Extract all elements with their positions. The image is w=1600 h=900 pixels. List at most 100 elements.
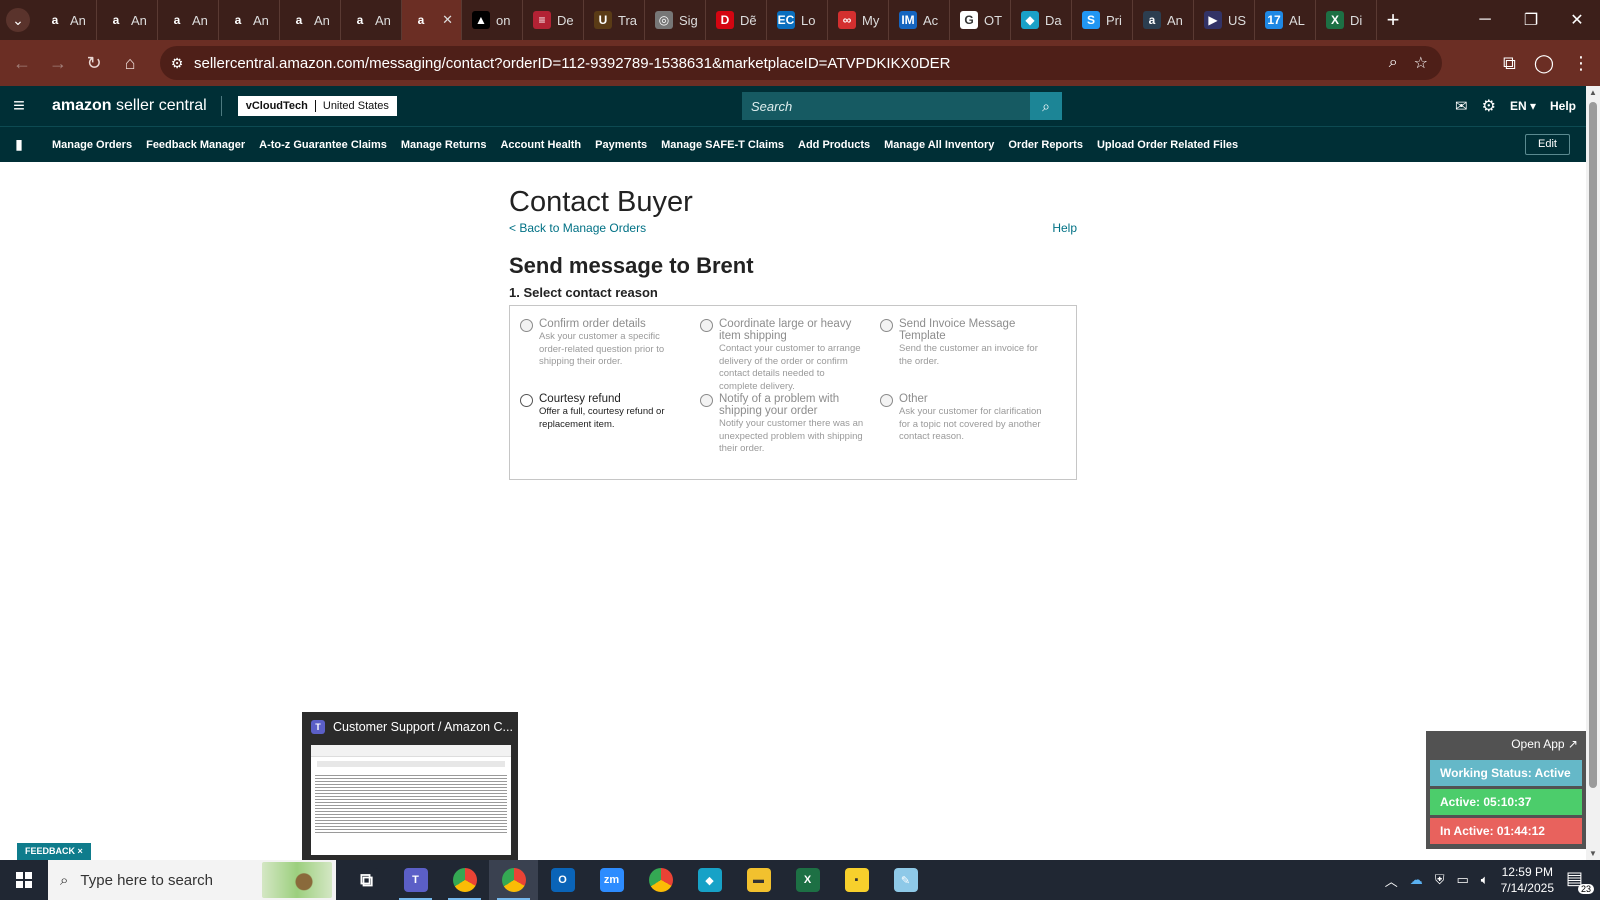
seller-central-logo[interactable]: amazon seller central	[38, 96, 222, 116]
taskbar-window-preview[interactable]: T Customer Support / Amazon C...	[302, 712, 518, 860]
nav-item[interactable]: Feedback Manager	[146, 139, 245, 151]
browser-tab[interactable]: G OT	[950, 0, 1011, 40]
browser-menu-icon[interactable]: ⋮	[1572, 53, 1590, 74]
taskbar-app[interactable]: O	[538, 860, 587, 900]
nav-item[interactable]: A-to-z Guarantee Claims	[259, 139, 387, 151]
edit-nav-button[interactable]: Edit	[1525, 134, 1570, 155]
home-icon[interactable]: ⌂	[112, 45, 148, 81]
restore-icon[interactable]: ❐	[1508, 0, 1554, 40]
browser-tab[interactable]: D Dẽ	[706, 0, 767, 40]
tab-title: Lo	[801, 12, 816, 28]
tab-search-button[interactable]: ⌄	[0, 0, 36, 40]
bookmark-star-icon[interactable]: ☆	[1414, 53, 1428, 73]
preview-thumbnail[interactable]	[311, 745, 511, 855]
clock[interactable]: 12:59 PM 7/14/2025	[1501, 864, 1554, 896]
taskbar-search[interactable]: ⌕ Type here to search	[48, 860, 336, 900]
browser-tab[interactable]: a An	[341, 0, 402, 40]
extensions-icon[interactable]: ⧉	[1503, 53, 1516, 74]
close-window-icon[interactable]: ✕	[1554, 0, 1600, 40]
open-app-link[interactable]: Open App ↗	[1511, 737, 1578, 751]
hamburger-menu-icon[interactable]: ≡	[0, 95, 38, 118]
security-icon[interactable]: ⛨	[1435, 872, 1445, 888]
new-tab-button[interactable]: +	[1377, 7, 1409, 33]
nav-item[interactable]: Manage SAFE-T Claims	[661, 139, 784, 151]
nav-item[interactable]: Manage Returns	[401, 139, 487, 151]
show-hidden-icons[interactable]: ︿	[1385, 871, 1398, 890]
taskbar-app[interactable]: ✎	[881, 860, 930, 900]
account-switcher[interactable]: vCloudTech United States	[237, 96, 397, 116]
taskbar-app[interactable]: T	[391, 860, 440, 900]
browser-tab[interactable]: U Tra	[584, 0, 645, 40]
back-to-manage-orders-link[interactable]: < Back to Manage Orders	[509, 221, 646, 235]
site-settings-icon[interactable]: ⚙	[160, 55, 194, 72]
search-input[interactable]	[742, 92, 1030, 120]
browser-tab[interactable]: IM Ac	[889, 0, 950, 40]
browser-tab[interactable]: a An	[36, 0, 97, 40]
taskbar-app[interactable]	[489, 860, 538, 900]
start-button[interactable]	[0, 860, 48, 900]
bookmark-icon[interactable]: ▮	[0, 136, 38, 153]
nav-item[interactable]: Manage Orders	[52, 139, 132, 151]
browser-tab[interactable]: a An	[158, 0, 219, 40]
nav-item[interactable]: Account Health	[500, 139, 581, 151]
address-bar[interactable]: ⚙ sellercentral.amazon.com/messaging/con…	[160, 46, 1442, 80]
tab-title: An	[1167, 12, 1183, 28]
scrollbar-thumb[interactable]	[1589, 102, 1597, 788]
browser-tab[interactable]: a ✕	[402, 0, 462, 40]
scroll-up-icon[interactable]: ▲	[1588, 88, 1598, 97]
browser-tab[interactable]: a An	[280, 0, 341, 40]
browser-tab[interactable]: a An	[219, 0, 280, 40]
back-arrow-icon[interactable]: ←	[4, 45, 40, 81]
tab-title: Ac	[923, 12, 939, 28]
volume-icon[interactable]: 🔈︎	[1481, 872, 1489, 888]
browser-tab[interactable]: ≡ De	[523, 0, 584, 40]
nav-item[interactable]: Upload Order Related Files	[1097, 139, 1238, 151]
contact-reason-option[interactable]: Courtesy refund Offer a full, courtesy re…	[520, 393, 685, 431]
language-selector[interactable]: EN ▾	[1510, 99, 1536, 113]
browser-tab[interactable]: 17 AL	[1255, 0, 1316, 40]
feedback-button[interactable]: FEEDBACK ×	[17, 843, 91, 860]
nav-item[interactable]: Add Products	[798, 139, 870, 151]
reload-icon[interactable]: ↻	[76, 45, 112, 81]
profile-icon[interactable]: ◯	[1534, 53, 1554, 74]
browser-tab[interactable]: a An	[97, 0, 158, 40]
close-tab-icon[interactable]: ✕	[442, 12, 453, 28]
network-icon[interactable]: ▭	[1457, 872, 1469, 888]
chrome-alt-icon	[648, 868, 673, 892]
notification-center-icon[interactable]: ▤ 23	[1566, 868, 1594, 894]
nav-item[interactable]: Payments	[595, 139, 647, 151]
nav-item[interactable]: Order Reports	[1008, 139, 1083, 151]
taskbar-app[interactable]: X	[783, 860, 832, 900]
minimize-icon[interactable]: ─	[1462, 0, 1508, 40]
zoom-icon[interactable]: ⌕	[1389, 54, 1398, 72]
taskbar-app[interactable]	[440, 860, 489, 900]
feedback-close-icon[interactable]: ×	[78, 846, 83, 856]
taskbar-app[interactable]: ▬	[734, 860, 783, 900]
header-help-link[interactable]: Help	[1550, 99, 1576, 113]
browser-tab[interactable]: EC Lo	[767, 0, 828, 40]
taskbar-app[interactable]	[636, 860, 685, 900]
search-icon[interactable]: ⌕	[1030, 92, 1062, 120]
help-link[interactable]: Help	[1052, 221, 1077, 235]
nav-item[interactable]: Manage All Inventory	[884, 139, 994, 151]
browser-tab[interactable]: ∞ My	[828, 0, 889, 40]
browser-tab[interactable]: ▶ US	[1194, 0, 1255, 40]
browser-tab[interactable]: ▲ on	[462, 0, 523, 40]
browser-tab[interactable]: S Pri	[1072, 0, 1133, 40]
taskbar-app[interactable]: ◆	[685, 860, 734, 900]
browser-tab[interactable]: X Di	[1316, 0, 1377, 40]
page-scrollbar[interactable]: ▲ ▼	[1586, 86, 1600, 860]
reason-description: Ask your customer for clarification for …	[899, 406, 1042, 442]
taskbar-app[interactable]: zm	[587, 860, 636, 900]
browser-tab[interactable]: ◆ Da	[1011, 0, 1072, 40]
taskbar-app[interactable]: ⧉	[342, 860, 391, 900]
radio-button[interactable]	[520, 394, 533, 407]
settings-gear-icon[interactable]: ⚙	[1482, 96, 1496, 116]
forward-arrow-icon[interactable]: →	[40, 45, 76, 81]
browser-tab[interactable]: a An	[1133, 0, 1194, 40]
taskbar-app[interactable]: ▪	[832, 860, 881, 900]
onedrive-icon[interactable]: ☁	[1410, 872, 1423, 888]
mail-icon[interactable]: ✉	[1455, 97, 1468, 115]
browser-tab[interactable]: ◎ Sig	[645, 0, 706, 40]
scroll-down-icon[interactable]: ▼	[1588, 849, 1598, 858]
